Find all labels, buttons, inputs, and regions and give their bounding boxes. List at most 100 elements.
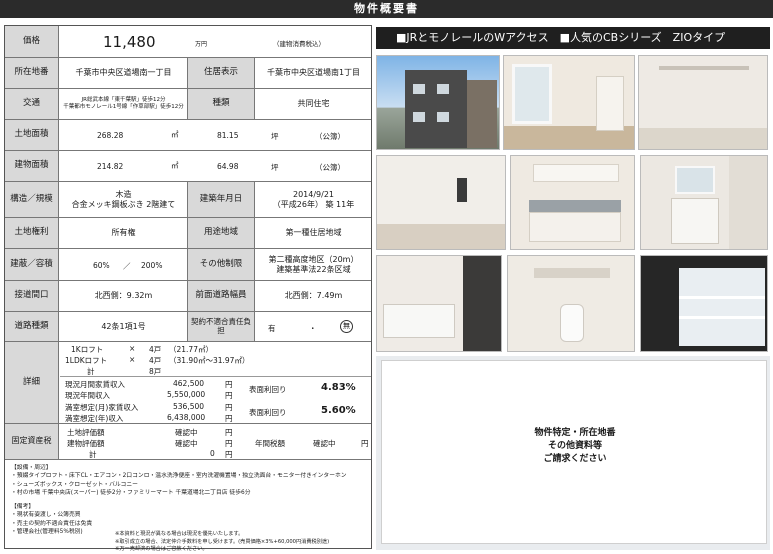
coverage-row: 建蔽／容積 60% ／ 200% その他制限 第二種高度地区（20m） 建築基準… bbox=[5, 249, 371, 281]
building-area-sqm: 214.82 bbox=[97, 162, 124, 171]
price-unit: 万円 bbox=[195, 41, 208, 48]
remarks-line: ・現状有姿渡し・公簿売買 bbox=[11, 512, 81, 519]
building-area-tsubo-unit: 坪 bbox=[271, 163, 279, 172]
interior-photo-room bbox=[376, 155, 506, 250]
toilet-photo bbox=[507, 255, 635, 352]
land-area-sqm-unit: ㎡ bbox=[171, 130, 179, 139]
structure-roof: 合金メッキ鋼板ぶき 2階建て bbox=[71, 199, 176, 209]
overlay-message: 物件特定・所在地番 その他資料等 ご請求ください bbox=[382, 427, 768, 466]
income-full-annual-label: 満室想定(年)収入 bbox=[65, 414, 124, 423]
price-value: 11,480 bbox=[103, 33, 156, 51]
unit-type-1k: 1Kロフト bbox=[71, 345, 104, 354]
yield-full-value: 5.60% bbox=[321, 405, 356, 416]
price-label: 価格 bbox=[5, 26, 59, 57]
annual-tax-value: 確認中 bbox=[313, 439, 336, 448]
structure-label: 構造／規模 bbox=[5, 182, 59, 217]
type-label: 種類 bbox=[187, 89, 255, 119]
warranty-yes: 有 bbox=[268, 324, 276, 333]
balcony-photo bbox=[640, 255, 768, 352]
building-age: （平成26年） 築 11年 bbox=[272, 199, 355, 209]
structure-material: 木造 bbox=[115, 189, 132, 199]
ad-tagline: ■JRとモノレールのWアクセス ■人気のCBシリーズ ZIOタイプ bbox=[396, 31, 726, 44]
land-rights-label: 土地権利 bbox=[5, 218, 59, 248]
yield-current-value: 4.83% bbox=[321, 382, 356, 393]
building-area-sqm-unit: ㎡ bbox=[171, 161, 179, 170]
unit-count-1ldk: 4戸 bbox=[149, 356, 162, 365]
address-value: 千葉市中央区道場南1丁目 bbox=[266, 68, 361, 78]
built-date: 2014/9/21 bbox=[292, 189, 335, 199]
coverage-label: 建蔽／容積 bbox=[5, 249, 59, 280]
interior-photo-living bbox=[503, 55, 635, 150]
details-divider bbox=[60, 376, 371, 377]
frontage-value: 北西側：9.32m bbox=[94, 291, 153, 301]
land-assessment-value: 確認中 bbox=[175, 428, 198, 437]
disclaimer-line: ※本資料と現況が異なる場合は現況を優先いたします。 bbox=[115, 531, 244, 538]
details-label: 詳細 bbox=[5, 342, 59, 423]
income-current-monthly-label: 現況月間家賃収入 bbox=[65, 380, 125, 389]
disclaimer-line: ※万一売却済の場合はご容赦ください。 bbox=[115, 546, 208, 553]
building-coverage-ratio: 60% bbox=[93, 261, 110, 270]
location-row: 所在地番 千葉市中央区道場南一丁目 住居表示 千葉市中央区道場南1丁目 bbox=[5, 58, 371, 89]
washroom-photo bbox=[640, 155, 768, 250]
income-current-annual-value: 5,550,000 bbox=[167, 390, 206, 399]
income-current-monthly-value: 462,500 bbox=[173, 379, 205, 388]
income-full-annual-unit: 円 bbox=[225, 414, 233, 423]
details-row: 詳細 1Kロフト × 4戸 （21.77㎡） 1LDKロフト × 4戸 （31.… bbox=[5, 342, 371, 424]
structure-value: 木造 合金メッキ鋼板ぶき 2階建て bbox=[60, 182, 187, 217]
facilities-heading: 【設備・周辺】 bbox=[11, 465, 52, 471]
frontage-label: 接道間口 bbox=[5, 281, 59, 311]
transport-value: JR総武本線「東千葉駅」徒歩12分 千葉都市モノレール1号線「作草部駅」徒歩12… bbox=[60, 89, 187, 119]
warranty-dot: ・ bbox=[309, 324, 317, 333]
structure-row: 構造／規模 木造 合金メッキ鋼板ぶき 2階建て 建築年月日 2014/9/21 … bbox=[5, 182, 371, 218]
disclaimer-line: ※取引成立の場合、法定仲介手数料を申し受けます。(売買価格×3%+60,000円… bbox=[115, 538, 330, 545]
address-label: 住居表示 bbox=[187, 58, 255, 88]
type-value: 共同住宅 bbox=[297, 99, 330, 109]
document-title-bar: 物件概要書 bbox=[0, 0, 773, 18]
zoning-label: 用途地域 bbox=[187, 218, 255, 248]
land-assessment-label: 土地評価額 bbox=[67, 428, 105, 437]
remarks-line: ・管理会社(管理料5%税別) bbox=[11, 529, 83, 536]
building-area-label: 建物面積 bbox=[5, 151, 59, 181]
facilities-line: ・預綴タイプロフト・床下CL・エアコン・2口コンロ・温水洗浄便座・室内洗濯機置場… bbox=[11, 473, 347, 480]
road-type-row: 道路種類 42条1項1号 契約不適合責任負担 有 ・ 無 bbox=[5, 312, 371, 342]
remarks-heading: 【備考】 bbox=[11, 504, 35, 510]
other-restrictions-label: その他制限 bbox=[187, 249, 255, 280]
remarks-notes: 【備考】 ・現状有姿渡し・公簿売買 ・売主の契約不適合責任は免責 ・管理会社(管… bbox=[11, 503, 92, 537]
exterior-photo bbox=[376, 55, 500, 150]
land-area-sqm: 268.28 bbox=[97, 131, 124, 140]
yield-current-label: 表面利回り bbox=[249, 385, 287, 394]
coverage-separator: ／ bbox=[123, 262, 131, 271]
facilities-line: ・シューズボックス・クローゼット・バルコニー bbox=[11, 481, 138, 488]
unit-x-1k: × bbox=[129, 344, 136, 353]
land-area-label: 土地面積 bbox=[5, 120, 59, 150]
land-area-tsubo: 81.15 bbox=[217, 131, 239, 140]
built-date-value: 2014/9/21 （平成26年） 築 11年 bbox=[256, 182, 371, 217]
building-assessment-label: 建物評価額 bbox=[67, 439, 105, 448]
road-type-label: 道路種類 bbox=[5, 312, 59, 341]
property-tax-label: 固定資産税 bbox=[5, 424, 59, 459]
land-area-note: （公簿） bbox=[315, 132, 345, 141]
building-assessment-value: 確認中 bbox=[175, 439, 198, 448]
unit-x-1ldk: × bbox=[129, 355, 136, 364]
disclaimer-notes: . . ※本資料と現況が異なる場合は現況を優先いたします。 ※取引成立の場合、法… bbox=[115, 516, 329, 554]
transport-line-monorail: 千葉都市モノレール1号線「作草部駅」徒歩12分 bbox=[63, 104, 184, 110]
income-full-annual-value: 6,438,000 bbox=[167, 413, 206, 422]
building-standard-area: 建築基準法22条区域 bbox=[276, 264, 351, 274]
price-tax-note: （建物消費税込） bbox=[273, 40, 325, 48]
building-area-row: 建物面積 214.82 ㎡ 64.98 坪 （公簿） bbox=[5, 151, 371, 182]
unit-count-1k: 4戸 bbox=[149, 345, 162, 354]
price-row: 価格 11,480 万円 （建物消費税込） bbox=[5, 26, 371, 58]
request-info-overlay: 物件特定・所在地番 その他資料等 ご請求ください bbox=[381, 360, 767, 544]
assessment-total-unit: 円 bbox=[225, 450, 233, 459]
building-area-tsubo: 64.98 bbox=[217, 162, 239, 171]
income-current-annual-label: 現況年間収入 bbox=[65, 391, 110, 400]
unit-area-1ldk: （31.90㎡～31.97㎡） bbox=[169, 356, 250, 365]
land-area-row: 土地面積 268.28 ㎡ 81.15 坪 （公簿） bbox=[5, 120, 371, 151]
unit-type-1ldk: 1LDKロフト bbox=[65, 356, 108, 365]
ad-tagline-bar: ■JRとモノレールのWアクセス ■人気のCBシリーズ ZIOタイプ bbox=[376, 27, 770, 49]
property-spec-sheet: 価格 11,480 万円 （建物消費税込） 所在地番 千葉市中央区道場南一丁目 … bbox=[4, 25, 372, 552]
land-area-tsubo-unit: 坪 bbox=[271, 132, 279, 141]
building-area-note: （公簿） bbox=[315, 163, 345, 172]
kitchen-photo bbox=[510, 155, 635, 250]
overlay-line: その他資料等 bbox=[547, 441, 602, 452]
